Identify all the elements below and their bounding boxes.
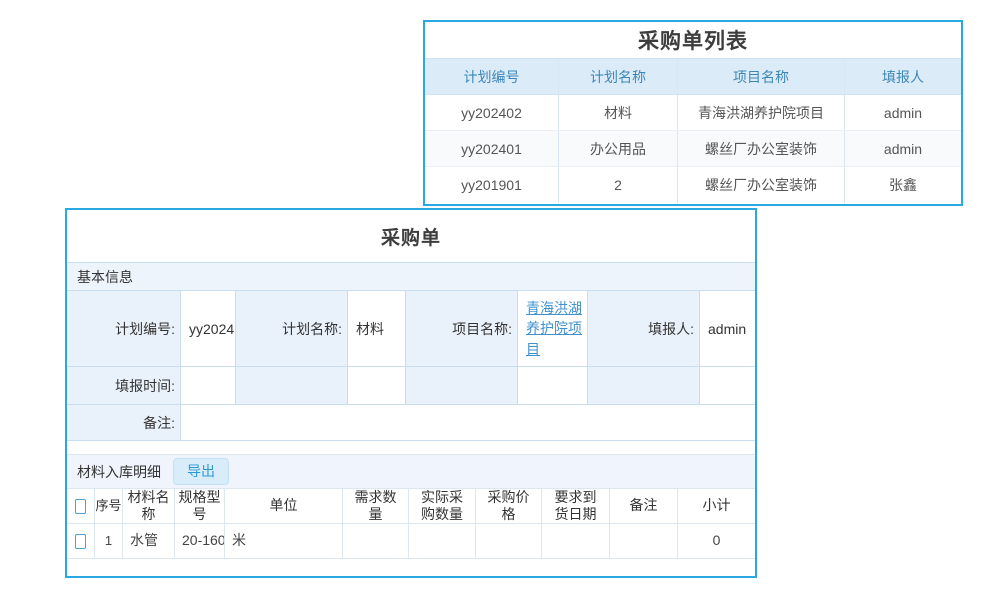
materials-section-header: 材料入库明细 导出 [67, 454, 755, 489]
list-header-row: 计划编号 计划名称 项目名称 填报人 [425, 58, 961, 95]
purchase-list-panel: 采购单列表 计划编号 计划名称 项目名称 填报人 yy202402 材料 青海洪… [423, 20, 963, 206]
purchase-detail-panel: 采购单 基本信息 计划编号: yy2024 计划名称: 材料 项目名称: 青海洪… [65, 208, 757, 578]
materials-section-label: 材料入库明细 [77, 462, 161, 482]
column-header-spec: 规格型号 [174, 489, 224, 523]
row-select-cell [67, 524, 94, 558]
empty-cell [517, 367, 587, 404]
cell-project-name: 螺丝厂办公室装饰 [677, 167, 844, 203]
basic-info-row: 计划编号: yy2024 计划名称: 材料 项目名称: 青海洪湖养护院项目 填报… [67, 291, 755, 366]
table-row[interactable]: yy201901 2 螺丝厂办公室装饰 张鑫 [425, 167, 961, 203]
column-header-seq: 序号 [94, 489, 122, 523]
plan-name-label: 计划名称: [235, 291, 347, 366]
cell-project-name: 螺丝厂办公室装饰 [677, 131, 844, 166]
column-header-reporter: 填报人 [844, 59, 961, 94]
column-header-plan-name: 计划名称 [558, 59, 677, 94]
cell-subtotal: 0 [677, 524, 755, 558]
column-header-material-name: 材料名称 [122, 489, 174, 523]
empty-cell [699, 367, 755, 404]
cell-spec: 20-160 [174, 524, 224, 558]
basic-info-section-label: 基本信息 [77, 267, 133, 287]
cell-price [475, 524, 541, 558]
cell-reporter: 张鑫 [844, 167, 961, 203]
cell-actual-qty [408, 524, 475, 558]
purchase-list-title: 采购单列表 [425, 22, 961, 58]
cell-reporter: admin [844, 131, 961, 166]
row-checkbox[interactable] [75, 534, 86, 549]
cell-material-name: 水管 [122, 524, 174, 558]
table-row[interactable]: yy202401 办公用品 螺丝厂办公室装饰 admin [425, 131, 961, 167]
plan-no-label: 计划编号: [67, 291, 180, 366]
plan-no-value: yy2024 [180, 291, 235, 366]
cell-plan-name: 2 [558, 167, 677, 203]
project-name-label: 项目名称: [405, 291, 517, 366]
fill-time-row: 填报时间: [67, 366, 755, 404]
empty-cell [347, 367, 405, 404]
cell-reporter: admin [844, 95, 961, 130]
cell-plan-no: yy202401 [425, 131, 558, 166]
table-row[interactable]: yy202402 材料 青海洪湖养护院项目 admin [425, 95, 961, 131]
project-link[interactable]: 青海洪湖养护院项目 [526, 294, 587, 363]
cell-project-name: 青海洪湖养护院项目 [677, 95, 844, 130]
basic-info-section-header: 基本信息 [67, 262, 755, 291]
select-all-checkbox[interactable] [75, 499, 86, 514]
cell-unit: 米 [224, 524, 342, 558]
column-header-arrival-date: 要求到货日期 [541, 489, 609, 523]
materials-header-row: 序号 材料名称 规格型号 单位 需求数量 实际采购数量 采购价格 要求到货日期 … [67, 489, 755, 524]
empty-cell [405, 367, 517, 404]
cell-remark [609, 524, 677, 558]
column-header-required-qty: 需求数量 [342, 489, 408, 523]
spacer [67, 441, 755, 454]
cell-required-qty [342, 524, 408, 558]
column-header-actual-qty: 实际采购数量 [408, 489, 475, 523]
fill-time-label: 填报时间: [67, 367, 180, 404]
column-header-unit: 单位 [224, 489, 342, 523]
remark-label: 备注: [67, 405, 180, 440]
purchase-detail-title: 采购单 [67, 210, 755, 262]
column-header-subtotal: 小计 [677, 489, 755, 523]
remark-value [180, 405, 755, 440]
column-header-remark: 备注 [609, 489, 677, 523]
export-button[interactable]: 导出 [173, 458, 229, 485]
material-row[interactable]: 1 水管 20-160 米 0 [67, 524, 755, 559]
cell-plan-no: yy201901 [425, 167, 558, 203]
empty-cell [235, 367, 347, 404]
project-name-value: 青海洪湖养护院项目 [517, 291, 587, 366]
column-header-project-name: 项目名称 [677, 59, 844, 94]
empty-cell [587, 367, 699, 404]
select-all-cell [67, 489, 94, 523]
reporter-label: 填报人: [587, 291, 699, 366]
remark-row: 备注: [67, 404, 755, 441]
cell-seq: 1 [94, 524, 122, 558]
plan-name-value: 材料 [347, 291, 405, 366]
fill-time-value [180, 367, 235, 404]
column-header-price: 采购价格 [475, 489, 541, 523]
column-header-plan-no: 计划编号 [425, 59, 558, 94]
reporter-value: admin [699, 291, 755, 366]
cell-plan-name: 办公用品 [558, 131, 677, 166]
cell-arrival-date [541, 524, 609, 558]
cell-plan-no: yy202402 [425, 95, 558, 130]
cell-plan-name: 材料 [558, 95, 677, 130]
